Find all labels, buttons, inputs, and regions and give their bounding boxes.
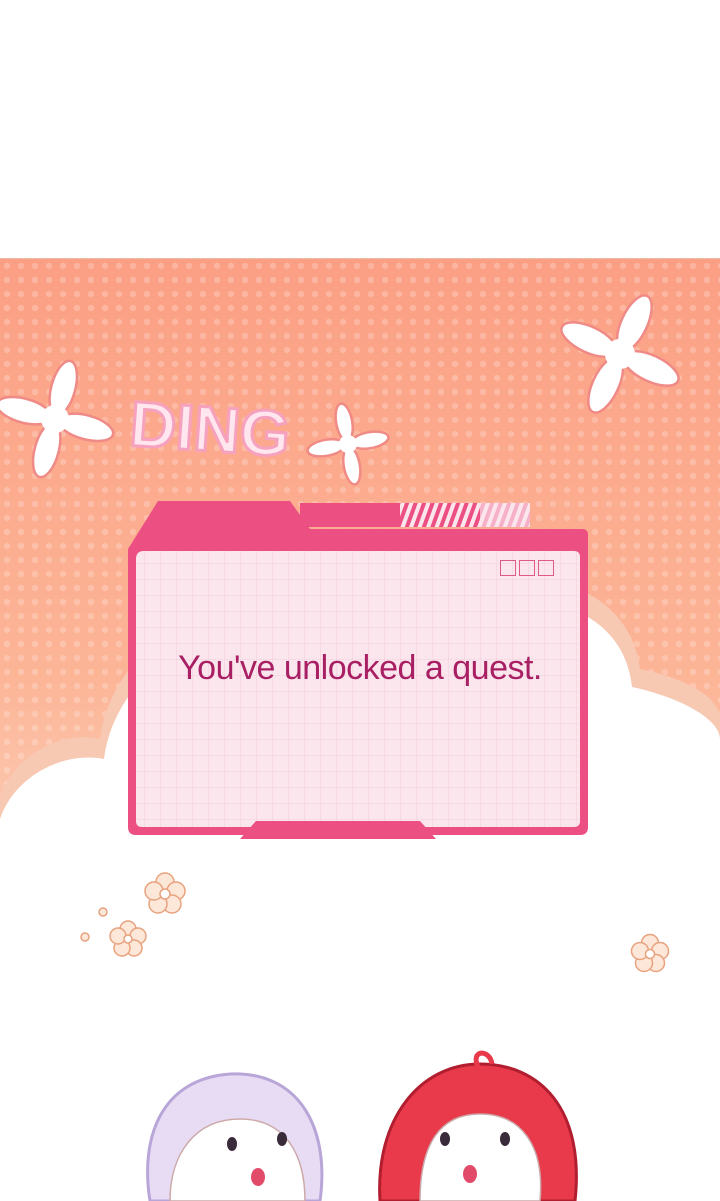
sfx-ding: DING bbox=[128, 388, 293, 471]
comic-panel: DING You've unlocked a quest. bbox=[0, 258, 720, 1201]
close-icon bbox=[538, 560, 554, 576]
panel-art: DING bbox=[0, 259, 720, 1201]
minimize-icon bbox=[500, 560, 516, 576]
maximize-icon bbox=[519, 560, 535, 576]
quest-message: You've unlocked a quest. bbox=[178, 649, 542, 687]
